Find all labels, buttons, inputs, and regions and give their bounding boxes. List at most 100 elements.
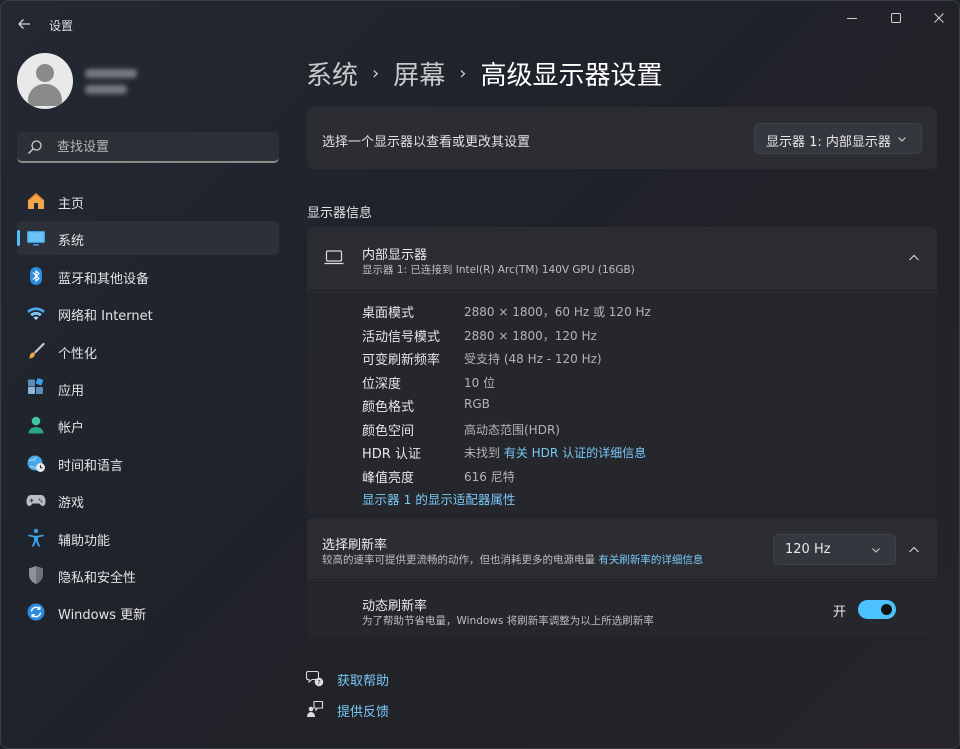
app-title: 设置 <box>49 19 74 33</box>
sidebar-item-label: 游戏 <box>58 496 85 512</box>
prop-key: HDR 认证 <box>362 447 421 462</box>
refresh-rate-header: 选择刷新率 较高的速率可提供更流畅的动作，但也消耗更多的电源电量 有关刷新率的详… <box>307 518 937 580</box>
refresh-desc-text: 较高的速率可提供更流畅的动作，但也消耗更多的电源电量 <box>322 554 595 566</box>
dynamic-refresh-toggle[interactable] <box>858 600 896 619</box>
chevron-down-icon <box>898 137 906 142</box>
prop-key: 颜色格式 <box>362 400 415 415</box>
sidebar-item-label: 个性化 <box>58 346 98 362</box>
prop-key: 位深度 <box>362 376 402 392</box>
display-dropdown-value: 显示器 1: 内部显示器 <box>766 135 891 150</box>
maximize-icon <box>891 13 901 23</box>
prop-row: HDR 认证 未找到 有关 HDR 认证的详细信息 <box>362 443 922 463</box>
breadcrumb-system[interactable]: 系统 <box>306 55 358 92</box>
breadcrumb: 系统 › 屏幕 › 高级显示器设置 <box>306 53 662 93</box>
back-button[interactable] <box>13 13 35 35</box>
breadcrumb-display[interactable]: 屏幕 <box>393 55 445 92</box>
toggle-knob <box>881 604 892 615</box>
sidebar-item-label: 隐私和安全性 <box>58 570 137 586</box>
sidebar-item-privacy[interactable]: 隐私和安全性 <box>17 558 279 592</box>
refresh-rate-info-link[interactable]: 有关刷新率的详细信息 <box>598 554 703 566</box>
give-feedback-label: 提供反馈 <box>337 705 390 720</box>
prop-value: 2880 × 1800，60 Hz 或 120 Hz <box>464 305 651 319</box>
chevron-down-icon <box>872 548 880 553</box>
prop-key: 活动信号模式 <box>362 329 441 345</box>
sidebar-item-label: 辅助功能 <box>58 533 111 549</box>
sidebar-item-apps[interactable]: 应用 <box>17 371 279 405</box>
laptop-monitor-icon <box>324 250 344 265</box>
sidebar-item-personalization[interactable]: 个性化 <box>17 334 279 368</box>
sidebar-item-label: 系统 <box>58 234 85 250</box>
prop-row: 颜色空间 高动态范围(HDR) <box>362 420 922 440</box>
dynamic-refresh-desc: 为了帮助节省电量，Windows 将刷新率调整为以上所选刷新率 <box>362 615 654 627</box>
redacted-email <box>85 85 127 94</box>
sidebar-item-time-language[interactable]: 时间和语言 <box>17 446 279 480</box>
prop-value: 未找到 有关 HDR 认证的详细信息 <box>464 444 646 461</box>
title-bar: 设置 <box>1 1 959 45</box>
sidebar-nav: 主页 系统 蓝牙和其他设备 网络和 Internet 个性化 应用 帐户 时间和… <box>17 184 279 633</box>
prop-value: 616 尼特 <box>464 469 515 484</box>
sidebar-item-windows-update[interactable]: Windows 更新 <box>17 595 279 629</box>
prop-key: 颜色空间 <box>362 423 415 439</box>
sidebar-item-bluetooth[interactable]: 蓝牙和其他设备 <box>17 259 279 293</box>
sidebar-item-accounts[interactable]: 帐户 <box>17 408 279 442</box>
svg-text:?: ? <box>317 678 320 686</box>
refresh-rate-desc: 较高的速率可提供更流畅的动作，但也消耗更多的电源电量 有关刷新率的详细信息 <box>322 552 703 567</box>
settings-window: 设置 主页 <box>0 0 960 749</box>
prop-key: 峰值亮度 <box>362 470 415 486</box>
search-icon <box>28 140 42 155</box>
refresh-rate-title: 选择刷新率 <box>322 538 388 553</box>
display-info-title: 内部显示器 <box>362 248 428 263</box>
apps-icon <box>28 378 44 394</box>
refresh-rate-card: 选择刷新率 较高的速率可提供更流畅的动作，但也消耗更多的电源电量 有关刷新率的详… <box>307 518 937 636</box>
section-title-display-info: 显示器信息 <box>307 206 373 221</box>
help-chat-icon: ? <box>306 670 324 687</box>
update-icon <box>27 603 45 621</box>
sidebar-item-accessibility[interactable]: 辅助功能 <box>17 521 279 555</box>
prop-key: 桌面模式 <box>362 306 415 321</box>
refresh-rate-dropdown[interactable]: 120 Hz <box>773 534 896 565</box>
display-info-header[interactable]: 内部显示器 显示器 1: 已连接到 Intel(R) Arc(TM) 140V … <box>307 227 937 291</box>
sidebar-item-network[interactable]: 网络和 Internet <box>17 296 279 330</box>
chevron-right-icon: › <box>459 62 467 84</box>
sidebar-item-label: Windows 更新 <box>58 608 147 624</box>
sidebar-item-gaming[interactable]: 游戏 <box>17 483 279 517</box>
sidebar-item-home[interactable]: 主页 <box>17 184 279 218</box>
chevron-up-icon[interactable] <box>908 252 920 264</box>
shield-icon <box>29 565 43 584</box>
get-help-label: 获取帮助 <box>337 674 390 689</box>
chevron-up-icon[interactable] <box>908 544 920 556</box>
sidebar-item-system[interactable]: 系统 <box>17 221 279 256</box>
display-dropdown[interactable]: 显示器 1: 内部显示器 <box>754 123 922 154</box>
home-icon <box>28 193 44 209</box>
prop-row: 桌面模式 2880 × 1800，60 Hz 或 120 Hz <box>362 302 922 322</box>
get-help-link[interactable]: ? 获取帮助 <box>306 668 389 689</box>
user-profile[interactable] <box>17 53 277 113</box>
maximize-button[interactable] <box>883 9 909 27</box>
close-icon <box>934 13 944 23</box>
minimize-icon <box>847 18 857 19</box>
search-input[interactable] <box>57 138 267 156</box>
toggle-state-label: 开 <box>833 605 847 620</box>
feedback-icon <box>307 700 324 717</box>
prop-row: 峰值亮度 616 尼特 <box>362 467 922 487</box>
back-arrow-icon <box>18 19 30 29</box>
minimize-button[interactable] <box>839 9 865 27</box>
chevron-right-icon: › <box>372 62 380 84</box>
prop-key: 可变刷新频率 <box>362 353 441 368</box>
active-indicator <box>17 230 20 247</box>
prop-value: RGB <box>464 397 490 411</box>
dynamic-refresh-title: 动态刷新率 <box>362 599 428 614</box>
give-feedback-link[interactable]: 提供反馈 <box>306 699 389 720</box>
hdr-info-link[interactable]: 有关 HDR 认证的详细信息 <box>504 446 646 460</box>
display-select-card: 选择一个显示器以查看或更改其设置 显示器 1: 内部显示器 <box>307 107 937 169</box>
hdr-status: 未找到 <box>464 446 501 460</box>
sidebar-item-label: 应用 <box>58 383 85 399</box>
accessibility-icon <box>28 528 44 547</box>
sidebar-item-label: 主页 <box>58 197 85 212</box>
sidebar-item-label: 帐户 <box>58 421 85 437</box>
account-icon <box>28 417 44 434</box>
close-button[interactable] <box>926 9 952 27</box>
adapter-properties-link[interactable]: 显示器 1 的显示适配器属性 <box>362 489 515 508</box>
display-info-subtitle: 显示器 1: 已连接到 Intel(R) Arc(TM) 140V GPU (1… <box>362 264 635 276</box>
search-box[interactable] <box>17 132 279 163</box>
